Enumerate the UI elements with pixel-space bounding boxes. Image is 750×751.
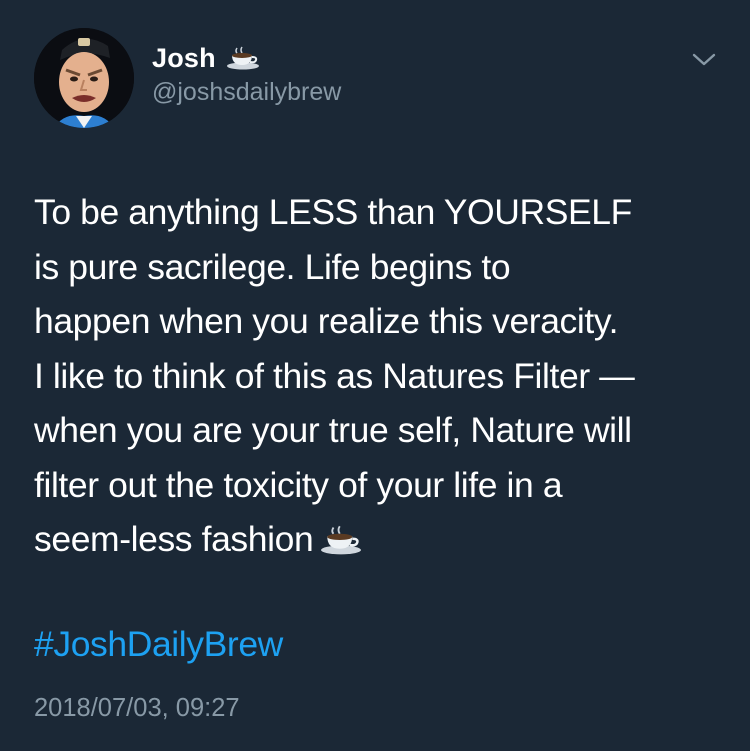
tweet-text-content: To be anything LESS than YOURSELF is pur…	[34, 192, 635, 559]
coffee-cup-icon	[319, 516, 363, 555]
author-handle[interactable]: @joshsdailybrew	[152, 78, 341, 107]
chevron-down-icon[interactable]	[690, 50, 718, 70]
coffee-cup-icon	[226, 46, 260, 70]
timestamp[interactable]: 2018/07/03, 09:27	[34, 694, 240, 723]
tweet-card: Josh @joshsdailybrew To be anything LESS…	[0, 0, 750, 751]
author-name-row[interactable]: Josh	[152, 38, 260, 78]
tweet-text: To be anything LESS than YOURSELF is pur…	[34, 185, 724, 567]
avatar[interactable]	[34, 28, 134, 128]
display-name[interactable]: Josh	[152, 43, 216, 74]
hashtag-link[interactable]: #JoshDailyBrew	[34, 624, 283, 665]
